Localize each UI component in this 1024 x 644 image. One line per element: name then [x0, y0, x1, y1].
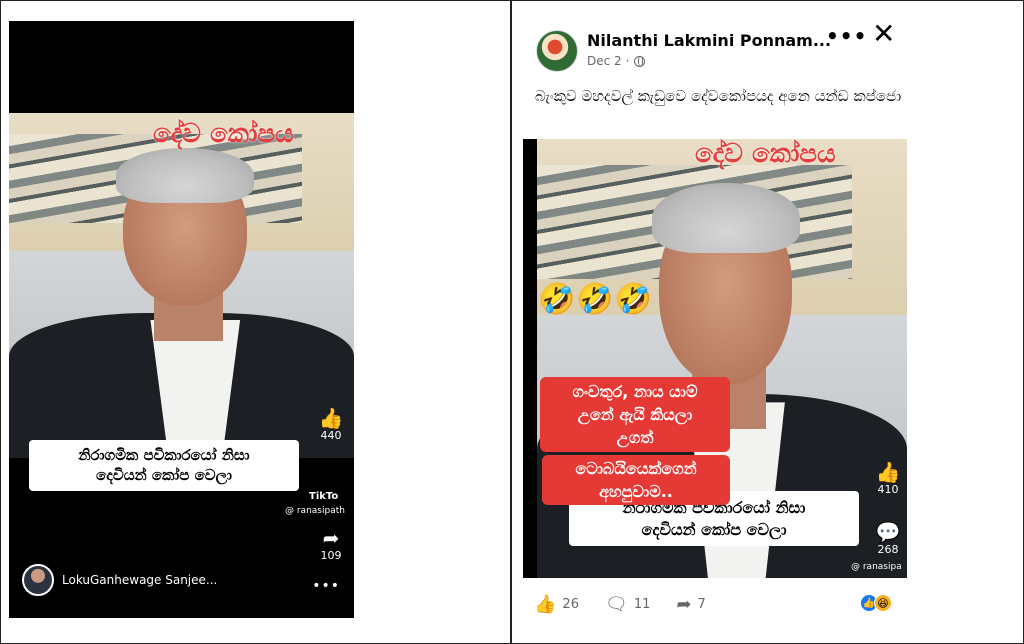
- video-scene: [9, 113, 354, 458]
- share-icon: ➦: [676, 594, 692, 615]
- post-text: බැංකුව මහදවල් කැඩුවෙ දේවකෝපයද අනෙ යන්ඩ ක…: [535, 87, 902, 105]
- overlay-title: දේව කෝපය: [153, 119, 294, 149]
- comment-icon: 💬: [875, 520, 901, 544]
- like-button[interactable]: 👍 410: [871, 461, 905, 496]
- reaction-summary[interactable]: 👍 😆: [860, 594, 892, 612]
- laughing-emoji-row: 🤣🤣🤣: [538, 282, 654, 317]
- post-author-name[interactable]: Nilanthi Lakmini Ponnam...: [587, 31, 831, 50]
- like-reaction-button[interactable]: 👍 26: [534, 594, 579, 615]
- more-options-button[interactable]: •••: [826, 24, 867, 48]
- haha-reaction-icon: 😆: [874, 594, 892, 612]
- like-button[interactable]: 👍 440: [315, 407, 347, 442]
- like-icon: 👍: [534, 594, 557, 615]
- globe-icon: [633, 55, 645, 67]
- comment-button[interactable]: 💬 268: [871, 521, 905, 556]
- post-video[interactable]: දේව කෝපය නිරාගමික පවිකාරයෝ නිසා දෙවියන් …: [523, 139, 907, 578]
- post-date[interactable]: Dec 2: [587, 54, 622, 68]
- post-meta: Dec 2 ·: [587, 54, 645, 68]
- more-icon[interactable]: •••: [312, 578, 340, 594]
- author-name: LokuGanhewage Sanjee...: [62, 573, 218, 587]
- share-button[interactable]: ➦ 109: [315, 527, 347, 562]
- comment-reaction-button[interactable]: 🗨 11: [605, 594, 650, 615]
- red-caption-top: ගංවතුර, නාය යාම් උනේ ඇයි කියලා උගත්: [540, 377, 730, 452]
- close-button[interactable]: ✕: [872, 20, 895, 48]
- tiktok-handle: @ ranasipa: [851, 562, 902, 572]
- tiktok-logo: TikTo: [309, 491, 339, 502]
- video-author[interactable]: LokuGanhewage Sanjee...: [22, 564, 217, 596]
- comment-icon: 🗨: [604, 594, 628, 615]
- share-reaction-button[interactable]: ➦ 7: [676, 594, 705, 615]
- share-icon: ➦: [322, 526, 340, 550]
- video-caption: නිරාගමික පවිකාරයෝ නිසා දෙවියන් කෝප වෙලා: [29, 440, 299, 491]
- tiktok-handle: @ ranasipath: [285, 506, 345, 516]
- panel-divider: [510, 0, 512, 644]
- left-video[interactable]: දේව කෝපය නිරාගමික පවිකාරයෝ නිසා දෙවියන් …: [9, 21, 354, 618]
- close-icon: ✕: [872, 17, 896, 50]
- overlay-title: දේව කෝපය: [695, 139, 836, 169]
- avatar[interactable]: [536, 30, 578, 72]
- like-icon: 👍: [318, 406, 344, 430]
- avatar: [22, 564, 54, 596]
- reaction-bar: 👍 26 🗨 11 ➦ 7: [534, 594, 706, 615]
- like-icon: 👍: [875, 460, 901, 484]
- red-caption-bottom: ටොබයියෙක්ගෙන් අහපුවාම..: [542, 455, 730, 505]
